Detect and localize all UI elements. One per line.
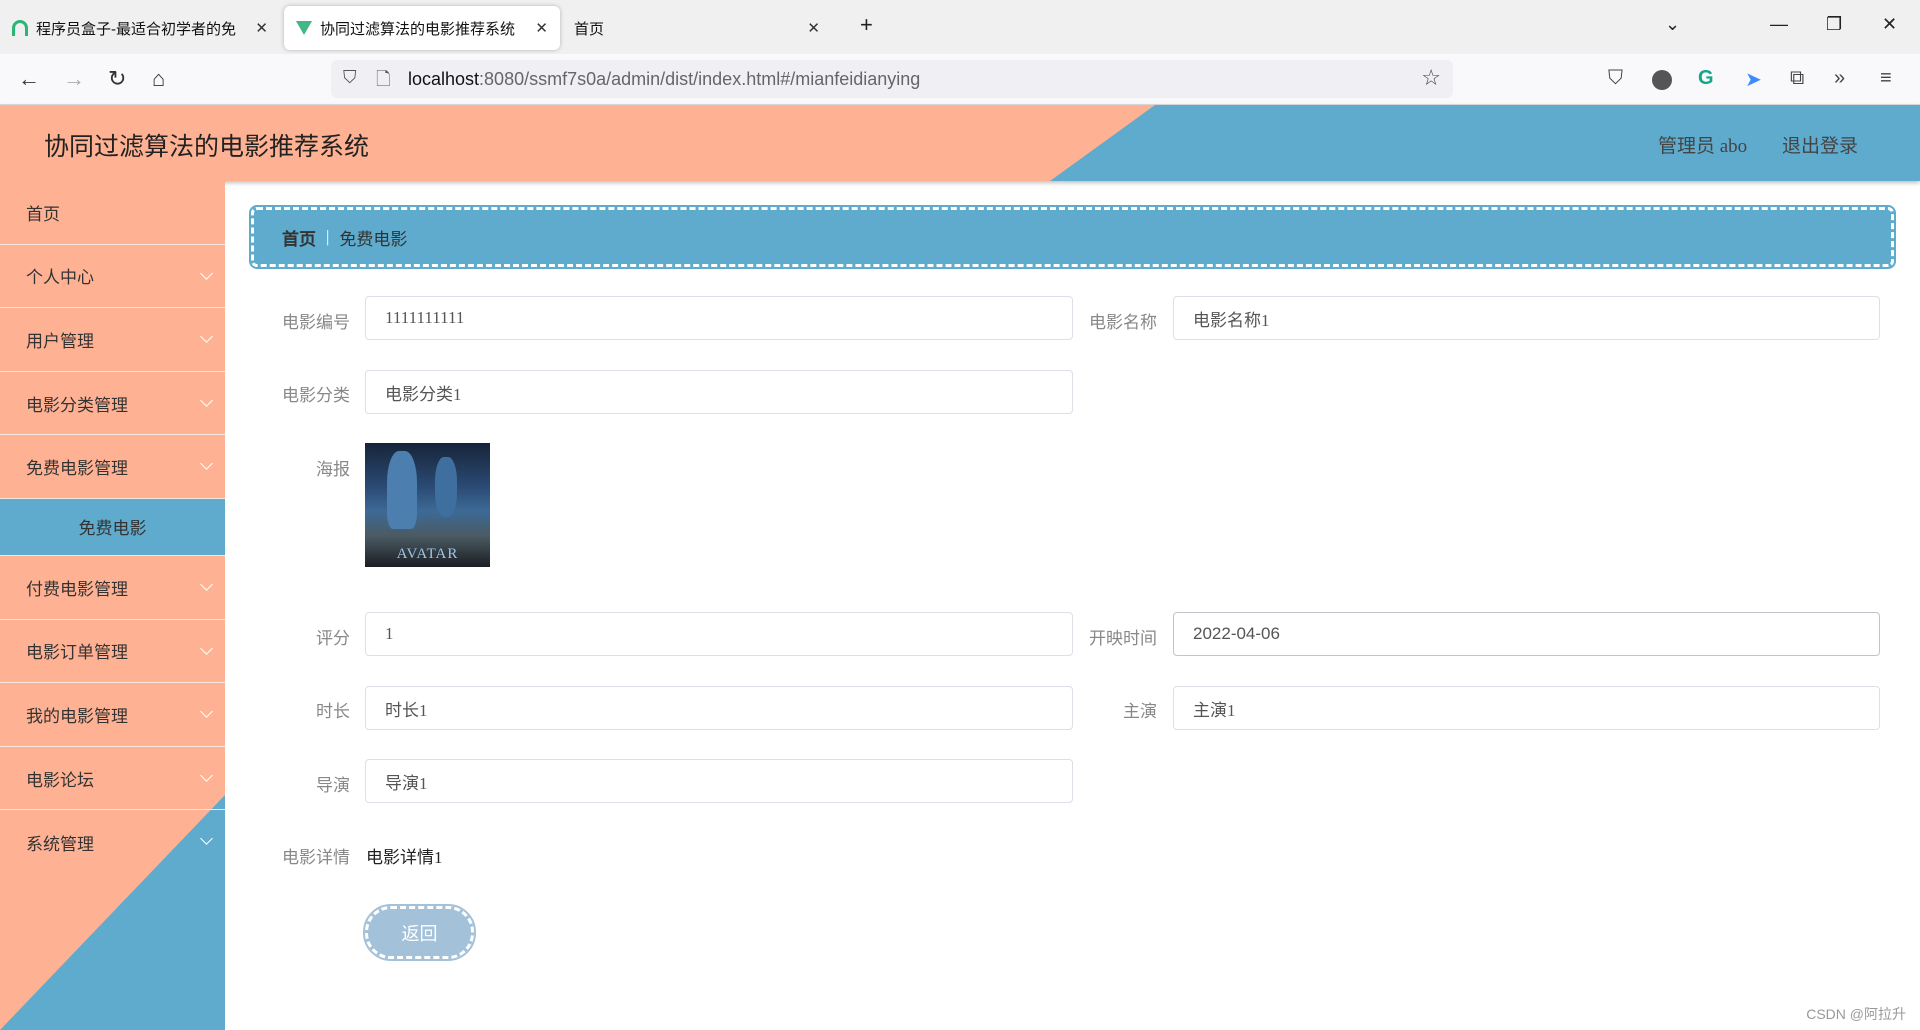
actor-input[interactable] (1173, 686, 1880, 730)
sidebar-item-label: 我的电影管理 (26, 706, 128, 726)
duration-input[interactable] (365, 686, 1073, 730)
poster-figure (387, 451, 417, 529)
score-label: 评分 (316, 629, 350, 648)
current-user: 管理员 abo (1658, 136, 1748, 157)
poster-figure (435, 457, 457, 517)
tab-label: 程序员盒子-最适合初学者的免 (36, 20, 236, 38)
sidebar-subitem-free-movie[interactable]: 免费电影 (0, 498, 225, 556)
detail-label: 电影详情 (282, 848, 350, 867)
tab-movie-system[interactable]: 协同过滤算法的电影推荐系统 ✕ (284, 6, 560, 50)
logout-link[interactable]: 退出登录 (1782, 131, 1858, 158)
sidebar-item-label: 电影分类管理 (26, 395, 128, 415)
chevron-down-icon (200, 330, 213, 344)
bookmark-star-icon[interactable]: ☆ (1421, 65, 1441, 91)
menu-hamburger-icon[interactable]: ≡ (1880, 67, 1892, 90)
director-label: 导演 (316, 776, 350, 795)
profile-avatar-icon[interactable] (1652, 70, 1672, 90)
forward-arrow-icon[interactable]: → (63, 66, 85, 92)
movie-name-label: 电影名称 (1089, 313, 1157, 332)
actor-label: 主演 (1123, 702, 1157, 721)
sidebar-item-label: 电影订单管理 (26, 643, 128, 663)
browser-toolbar: ← → ↻ ⌂ ⛉ 🗋 localhost:8080/ssmf7s0a/admi… (0, 54, 1920, 105)
poster-logo: AVATAR (396, 546, 459, 562)
tab-list-chevron-icon[interactable]: ⌄ (1665, 14, 1680, 35)
sidebar-item-label: 用户管理 (26, 331, 94, 351)
director-input[interactable] (365, 759, 1073, 803)
app-title: 协同过滤算法的电影推荐系统 (44, 134, 370, 161)
sidebar-item-system-management[interactable]: 系统管理 (0, 810, 225, 874)
back-button[interactable]: 返回 (363, 904, 476, 961)
category-input[interactable] (365, 370, 1073, 414)
url-text[interactable]: localhost:8080/ssmf7s0a/admin/dist/index… (408, 69, 920, 90)
movie-no-input[interactable] (365, 296, 1073, 340)
movie-name-input[interactable] (1173, 296, 1880, 340)
tab-label: 协同过滤算法的电影推荐系统 (320, 20, 516, 38)
site-favicon-icon (12, 20, 28, 36)
extensions-puzzle-icon[interactable]: ⧉ (1790, 67, 1804, 90)
minimize-icon[interactable]: — (1770, 14, 1788, 35)
page-icon: 🗋 (376, 69, 391, 89)
release-date-input[interactable] (1173, 612, 1880, 656)
watermark: CSDN @阿拉升 (1806, 1006, 1906, 1022)
sidebar-item-my-movie-management[interactable]: 我的电影管理 (0, 683, 225, 747)
breadcrumb-separator: | (326, 227, 330, 246)
close-tab-icon[interactable]: ✕ (535, 19, 548, 37)
shield-icon[interactable]: ⛉ (343, 67, 357, 88)
chevron-down-icon (200, 705, 213, 719)
poster-image: AVATAR (365, 443, 490, 567)
breadcrumb: 首页 | 免费电影 (249, 205, 1896, 269)
sidebar-item-home[interactable]: 首页 (0, 181, 225, 245)
pocket-icon[interactable]: ⛉ (1608, 67, 1623, 90)
chevron-down-icon (200, 641, 213, 655)
sidebar-item-user-management[interactable]: 用户管理 (0, 308, 225, 372)
sidebar: 首页 个人中心 用户管理 电影分类管理 免费电影管理 免费电影 付费电影管理 电… (0, 181, 225, 1030)
back-arrow-icon[interactable]: ← (18, 66, 40, 92)
close-tab-icon[interactable]: ✕ (255, 19, 268, 37)
detail-value: 电影详情1 (366, 848, 443, 867)
app-header: 协同过滤算法的电影推荐系统 管理员 abo 退出登录 (0, 105, 1920, 181)
sidebar-item-label: 首页 (26, 204, 60, 224)
restore-icon[interactable]: ❐ (1826, 14, 1842, 35)
tab-label: 首页 (574, 20, 605, 38)
movie-no-label: 电影编号 (282, 313, 350, 332)
home-icon[interactable]: ⌂ (152, 66, 165, 92)
close-window-icon[interactable]: ✕ (1882, 14, 1897, 35)
grammarly-icon[interactable]: G (1698, 67, 1714, 90)
vue-favicon-icon (296, 21, 312, 35)
browser-tab-bar: 程序员盒子-最适合初学者的免 ✕ 协同过滤算法的电影推荐系统 ✕ 首页 ✕ + … (0, 0, 1920, 54)
chevron-down-icon (200, 457, 213, 471)
breadcrumb-current: 免费电影 (339, 229, 408, 249)
sidebar-item-personal-center[interactable]: 个人中心 (0, 245, 225, 309)
chevron-down-icon (200, 578, 213, 591)
sidebar-item-label: 电影论坛 (26, 770, 94, 790)
chevron-down-icon (200, 266, 213, 280)
tab-chengxuyuan[interactable]: 程序员盒子-最适合初学者的免 ✕ (0, 6, 280, 50)
cursor-extension-icon[interactable]: ➤ (1745, 67, 1762, 92)
close-tab-icon[interactable]: ✕ (807, 19, 820, 37)
chevron-down-icon (200, 393, 213, 407)
sidebar-item-paid-movie-management[interactable]: 付费电影管理 (0, 556, 225, 620)
address-bar[interactable]: ⛉ 🗋 localhost:8080/ssmf7s0a/admin/dist/i… (331, 60, 1453, 98)
sidebar-item-label: 系统管理 (26, 834, 94, 854)
sidebar-item-label: 免费电影管理 (26, 459, 128, 479)
score-input[interactable] (365, 612, 1073, 656)
duration-label: 时长 (316, 702, 350, 721)
poster-label: 海报 (316, 460, 350, 479)
sidebar-item-label: 付费电影管理 (26, 579, 128, 599)
sidebar-item-label: 个人中心 (26, 268, 94, 288)
sidebar-item-category-management[interactable]: 电影分类管理 (0, 372, 225, 436)
category-label: 电影分类 (282, 386, 350, 405)
new-tab-icon[interactable]: + (860, 12, 873, 38)
reload-icon[interactable]: ↻ (108, 66, 126, 92)
tab-home[interactable]: 首页 ✕ (562, 6, 832, 50)
chevron-down-icon (200, 768, 213, 782)
sidebar-item-forum[interactable]: 电影论坛 (0, 747, 225, 811)
sidebar-item-label: 免费电影 (78, 519, 147, 539)
chevron-down-icon (200, 832, 213, 846)
overflow-chevrons-icon[interactable]: » (1834, 67, 1845, 90)
release-date-label: 开映时间 (1089, 629, 1157, 648)
sidebar-item-order-management[interactable]: 电影订单管理 (0, 620, 225, 684)
breadcrumb-home[interactable]: 首页 (282, 225, 316, 250)
sidebar-item-free-movie-management[interactable]: 免费电影管理 (0, 435, 225, 499)
